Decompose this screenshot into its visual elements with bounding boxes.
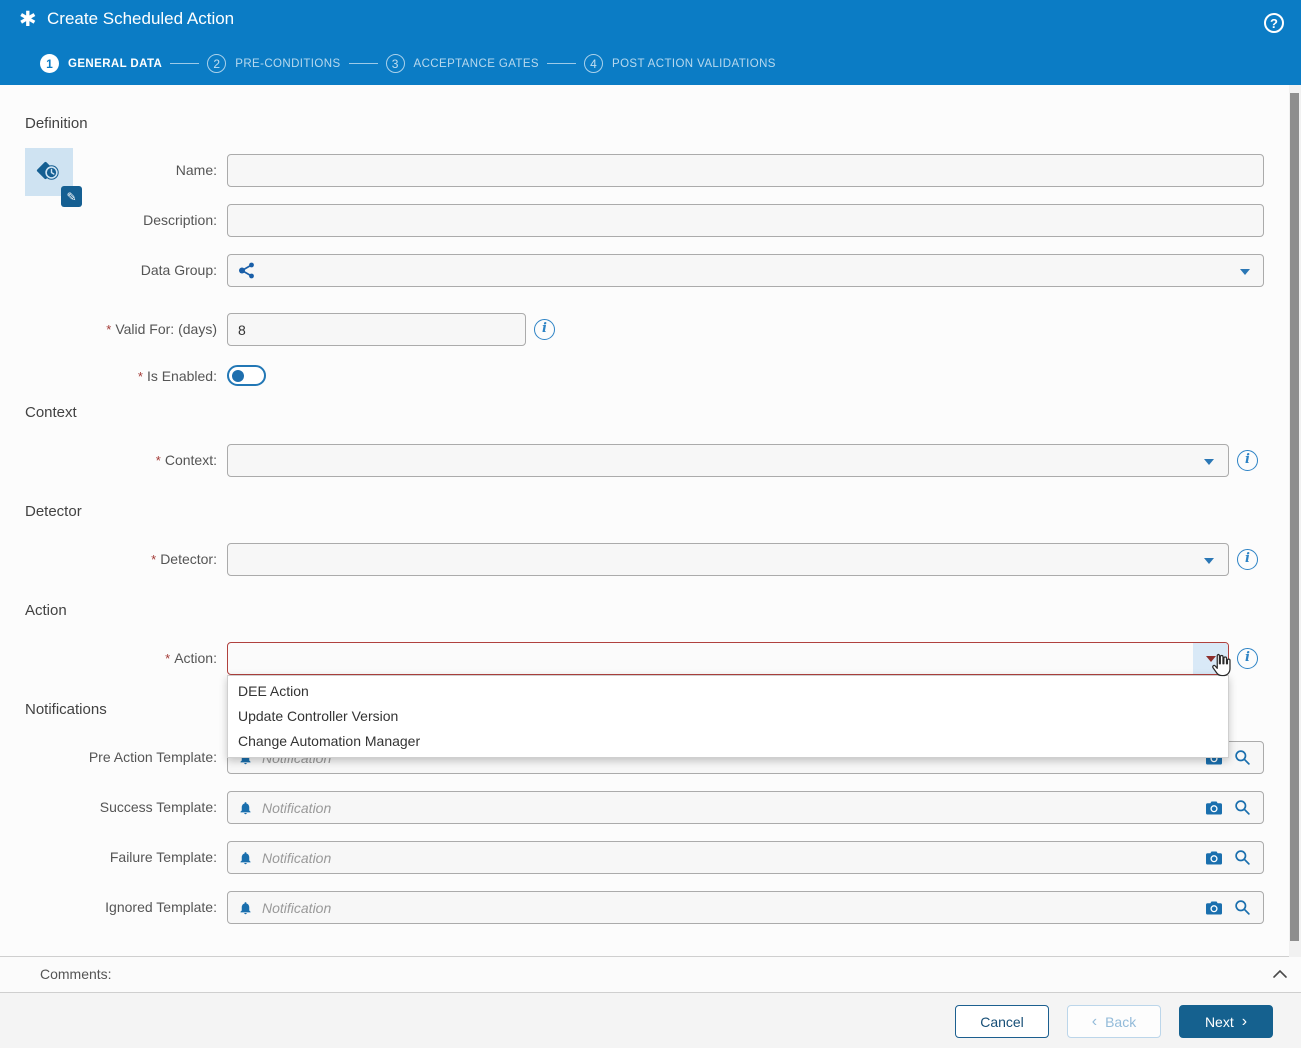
description-label: Description: [143, 212, 217, 228]
pencil-icon: ✎ [66, 189, 77, 204]
action-info-icon[interactable]: i [1237, 648, 1258, 669]
step-4-label: POST ACTION VALIDATIONS [612, 57, 776, 70]
create-scheduled-action-dialog: ✱ Create Scheduled Action ? 1 GENERAL DA… [0, 0, 1301, 1048]
valid-for-input[interactable] [228, 314, 525, 345]
next-button[interactable]: Next › [1179, 1005, 1273, 1038]
chevron-right-icon: › [1241, 1012, 1248, 1030]
required-marker: * [151, 552, 157, 567]
back-button[interactable]: ‹ Back [1067, 1005, 1161, 1038]
search-icon[interactable] [1234, 742, 1251, 773]
comments-label: Comments: [40, 966, 112, 982]
detector-info-icon[interactable]: i [1237, 549, 1258, 570]
required-marker: * [106, 322, 112, 337]
failure-template-label: Failure Template: [109, 849, 217, 865]
failure-template-field[interactable] [227, 841, 1264, 874]
required-marker: * [165, 651, 171, 666]
step-3-label: ACCEPTANCE GATES [413, 57, 539, 70]
asterisk-icon: ✱ [19, 8, 37, 31]
caret-down-icon[interactable] [1240, 269, 1250, 275]
bell-icon [238, 792, 253, 823]
context-dropdown[interactable] [227, 444, 1229, 477]
required-marker: * [155, 453, 161, 468]
description-field[interactable] [227, 204, 1264, 237]
page-title: Create Scheduled Action [47, 9, 235, 28]
ignored-template-input[interactable] [228, 892, 1263, 923]
description-input[interactable] [228, 205, 1263, 236]
valid-for-field[interactable] [227, 313, 526, 346]
context-info-icon[interactable]: i [1237, 450, 1258, 471]
step-3-circle: 3 [385, 54, 405, 73]
action-heading: Action [25, 602, 67, 619]
wizard-steps: 1 GENERAL DATA 2 PRE-CONDITIONS 3 ACCEPT… [40, 54, 776, 73]
ignored-template-label: Ignored Template: [105, 899, 217, 915]
share-icon [238, 255, 256, 286]
name-label: Name: [175, 162, 217, 178]
caret-down-icon [1205, 655, 1216, 662]
chevron-left-icon: ‹ [1091, 1012, 1098, 1030]
required-marker: * [137, 369, 143, 384]
action-option-update-controller-version[interactable]: Update Controller Version [228, 704, 1228, 729]
failure-template-input[interactable] [228, 842, 1263, 873]
context-heading: Context [25, 404, 77, 421]
cancel-button[interactable]: Cancel [955, 1005, 1049, 1038]
success-template-label: Success Template: [99, 799, 217, 815]
edit-icon-badge[interactable]: ✎ [61, 186, 82, 207]
step-4-circle: 4 [584, 54, 603, 73]
is-enabled-toggle[interactable] [227, 365, 266, 386]
help-icon[interactable]: ? [1264, 13, 1284, 33]
ignored-template-field[interactable] [227, 891, 1264, 924]
bell-icon [238, 842, 253, 873]
caret-down-icon[interactable] [1204, 459, 1214, 465]
action-dropdown[interactable] [227, 642, 1229, 675]
search-icon[interactable] [1234, 892, 1251, 923]
search-icon[interactable] [1234, 792, 1251, 823]
action-option-change-automation-manager[interactable]: Change Automation Manager [228, 729, 1228, 754]
action-options-panel: DEE Action Update Controller Version Cha… [227, 675, 1229, 758]
step-post-action-validations[interactable]: 4 POST ACTION VALIDATIONS [584, 54, 776, 73]
dialog-footer: Cancel ‹ Back Next › [0, 993, 1301, 1048]
scrollbar-thumb[interactable] [1290, 93, 1299, 941]
step-acceptance-gates[interactable]: 3 ACCEPTANCE GATES [385, 54, 539, 73]
detector-label: * Detector: [151, 551, 217, 567]
toggle-knob [232, 369, 244, 382]
bell-icon [238, 892, 253, 923]
step-pre-conditions[interactable]: 2 PRE-CONDITIONS [207, 54, 340, 73]
detector-dropdown[interactable] [227, 543, 1229, 576]
step-connector [348, 63, 378, 64]
context-label: * Context: [155, 452, 217, 468]
dialog-header: ✱ Create Scheduled Action ? 1 GENERAL DA… [0, 0, 1301, 85]
step-connector [170, 63, 200, 64]
detector-heading: Detector [25, 503, 82, 520]
caret-down-icon[interactable] [1204, 558, 1214, 564]
step-general-data[interactable]: 1 GENERAL DATA [40, 54, 162, 73]
success-template-input[interactable] [228, 792, 1263, 823]
pre-action-template-label: Pre Action Template: [88, 749, 217, 765]
data-group-label: Data Group: [140, 262, 217, 278]
step-1-circle: 1 [40, 54, 59, 73]
chevron-up-icon[interactable] [1272, 968, 1288, 980]
action-dropdown-button[interactable] [1193, 643, 1228, 674]
step-2-label: PRE-CONDITIONS [235, 57, 341, 70]
name-field[interactable] [227, 154, 1264, 187]
camera-icon[interactable] [1205, 792, 1223, 823]
camera-icon[interactable] [1205, 892, 1223, 923]
search-icon[interactable] [1234, 842, 1251, 873]
camera-icon[interactable] [1205, 842, 1223, 873]
action-option-dee-action[interactable]: DEE Action [228, 679, 1228, 704]
data-group-dropdown[interactable] [227, 254, 1264, 287]
step-2-circle: 2 [207, 54, 227, 73]
success-template-field[interactable] [227, 791, 1264, 824]
valid-for-label: * Valid For: (days) [106, 321, 217, 337]
is-enabled-label: * Is Enabled: [137, 368, 217, 384]
definition-heading: Definition [25, 115, 88, 132]
step-1-label: GENERAL DATA [68, 57, 163, 70]
vertical-scrollbar[interactable] [1289, 85, 1301, 957]
notifications-heading: Notifications [25, 701, 107, 718]
action-label: * Action: [165, 650, 217, 666]
valid-for-info-icon[interactable]: i [534, 319, 555, 340]
step-connector [547, 63, 576, 64]
name-input[interactable] [228, 155, 1263, 186]
comments-collapse-bar[interactable]: Comments: [0, 956, 1301, 993]
